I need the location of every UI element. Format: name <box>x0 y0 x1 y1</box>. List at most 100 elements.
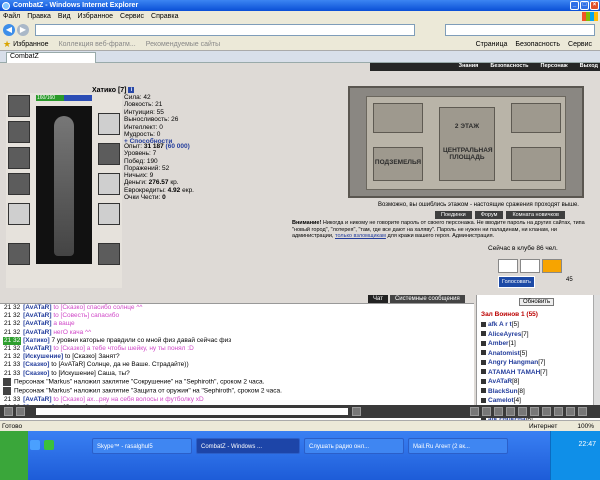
counter-badge[interactable] <box>520 259 540 273</box>
toolbar-button[interactable] <box>530 407 539 416</box>
forum-button[interactable]: Форум <box>474 211 504 219</box>
chat-time[interactable]: 21 33 <box>3 396 21 404</box>
favorites-label[interactable]: Избранное <box>13 41 48 48</box>
send-button[interactable] <box>352 407 361 416</box>
task-combatz[interactable]: CombatZ - Windows ... <box>196 438 300 454</box>
player-name[interactable]: afk A r t <box>488 321 512 328</box>
player-name[interactable]: Camelot <box>488 397 514 404</box>
chat-time[interactable]: 21 32 <box>3 304 21 312</box>
menu-view[interactable]: Вид <box>58 13 71 20</box>
counter-badge[interactable] <box>542 259 562 273</box>
newbie-room-button[interactable]: Комната новичков <box>506 211 565 219</box>
shield-slot[interactable] <box>98 173 120 195</box>
chat-nick[interactable]: [Сказко] <box>23 361 49 368</box>
maximize-button[interactable]: □ <box>580 1 589 10</box>
armor-slot[interactable] <box>8 203 30 225</box>
start-button[interactable] <box>0 431 28 480</box>
chat-time[interactable]: 21 32 <box>3 336 22 346</box>
player-row[interactable]: BlackSun[8] <box>481 387 591 397</box>
task-radio[interactable]: Слушать радио онл... <box>304 438 404 454</box>
minimize-button[interactable]: _ <box>570 1 579 10</box>
player-row[interactable]: АТАМАН ТАМАН[7] <box>481 368 591 378</box>
safety-menu[interactable]: Безопасность <box>515 41 560 48</box>
belt-slot[interactable] <box>8 243 30 265</box>
quicklaunch-icon[interactable] <box>30 440 40 450</box>
player-name[interactable]: АТАМАН ТАМАН <box>488 369 540 376</box>
chat-nick[interactable]: [AvATaR] <box>23 329 51 336</box>
toolbar-button[interactable] <box>16 407 25 416</box>
info-icon[interactable]: i <box>128 87 135 94</box>
back-button[interactable]: ◀ <box>3 24 15 36</box>
refresh-button[interactable]: Обновить <box>519 298 555 306</box>
nav-knowledge[interactable]: Знания <box>459 63 479 71</box>
toolbar-button[interactable] <box>494 407 503 416</box>
toolbar-button[interactable] <box>518 407 527 416</box>
players-scrollbar[interactable] <box>593 295 600 405</box>
toolbar-button[interactable] <box>4 407 13 416</box>
chat-time[interactable]: 21 32 <box>3 312 21 320</box>
favorites-item[interactable]: Коллекция веб-фрагм... <box>59 41 136 48</box>
toolbar-button[interactable] <box>506 407 515 416</box>
chat-nick[interactable]: [AvATaR] <box>23 320 51 327</box>
map-room[interactable] <box>511 147 561 181</box>
nav-security[interactable]: Безопасность <box>490 63 528 71</box>
chat-time[interactable]: 21 32 <box>3 345 21 353</box>
menu-help[interactable]: Справка <box>151 13 178 20</box>
toolbar-button[interactable] <box>482 407 491 416</box>
player-row[interactable]: Amber[1] <box>481 339 591 349</box>
menu-favorites[interactable]: Избранное <box>78 13 113 20</box>
chat-input[interactable] <box>36 408 348 415</box>
nav-exit[interactable]: Выход <box>580 63 598 71</box>
duels-button[interactable]: Поединки <box>435 211 472 219</box>
chat-time[interactable]: 21 33 <box>3 361 21 369</box>
chat-time[interactable]: 21 32 <box>3 329 21 337</box>
favorites-item[interactable]: Рекомендуемые сайты <box>146 41 220 48</box>
chat-time[interactable]: 21 32 <box>3 320 21 328</box>
forward-button[interactable]: ▶ <box>17 24 29 36</box>
toolbar-button[interactable] <box>554 407 563 416</box>
toolbar-button[interactable] <box>578 407 587 416</box>
counter-badge[interactable] <box>498 259 518 273</box>
player-name[interactable]: Angry Hangman <box>488 359 538 366</box>
tab-combatz[interactable]: CombatZ <box>6 52 96 63</box>
player-row[interactable]: AliceAyres[7] <box>481 330 591 340</box>
player-row[interactable]: AvATaR[8] <box>481 377 591 387</box>
chat-nick[interactable]: [AvATaR] <box>23 304 51 311</box>
boots-slot[interactable] <box>98 243 120 265</box>
chat-nick[interactable]: [Хатико] <box>23 337 50 344</box>
menu-file[interactable]: Файл <box>3 13 20 20</box>
chat-nick[interactable]: [AvATaR] <box>23 345 51 352</box>
tools-menu[interactable]: Сервис <box>568 41 592 48</box>
player-row[interactable]: afk A r t[5] <box>481 320 591 330</box>
character-name[interactable]: Хатико [7] i <box>92 87 135 94</box>
chat-time[interactable]: 21 32 <box>3 353 21 361</box>
player-name[interactable]: Amber <box>488 340 509 347</box>
close-button[interactable]: × <box>590 1 599 10</box>
player-row[interactable]: Anatomist[5] <box>481 349 591 359</box>
warning-link[interactable]: только взломщикам <box>335 233 386 239</box>
player-name[interactable]: Anatomist <box>488 350 520 357</box>
quicklaunch-icon[interactable] <box>44 440 54 450</box>
toolbar-button[interactable] <box>470 407 479 416</box>
menu-tools[interactable]: Сервис <box>120 13 144 20</box>
task-skype[interactable]: Skype™ - rasalghul5 <box>92 438 192 454</box>
chat-nick[interactable]: [Сказко] <box>23 370 49 377</box>
earrings-slot[interactable] <box>8 121 30 143</box>
necklace-slot[interactable] <box>8 147 30 169</box>
map-room[interactable] <box>511 103 561 133</box>
map-room-center[interactable] <box>439 107 495 181</box>
chat-nick[interactable]: [AvATaR] <box>23 396 51 403</box>
task-mailru[interactable]: Mail.Ru Агент (2 вк... <box>408 438 508 454</box>
helmet-slot[interactable] <box>8 95 30 117</box>
chat-nick[interactable]: [AvATaR] <box>23 312 51 319</box>
player-row[interactable]: Angry Hangman[7] <box>481 358 591 368</box>
favorites-star-icon[interactable]: ★ <box>3 39 11 50</box>
tab-chat[interactable]: Чат <box>368 295 388 303</box>
nav-character[interactable]: Персонаж <box>541 63 568 71</box>
weapon-slot[interactable] <box>8 173 30 195</box>
bracer-slot[interactable] <box>98 143 120 165</box>
url-input[interactable] <box>35 24 415 36</box>
chat-time[interactable]: 21 33 <box>3 370 21 378</box>
map-room[interactable] <box>373 103 423 133</box>
pants-slot[interactable] <box>98 203 120 225</box>
